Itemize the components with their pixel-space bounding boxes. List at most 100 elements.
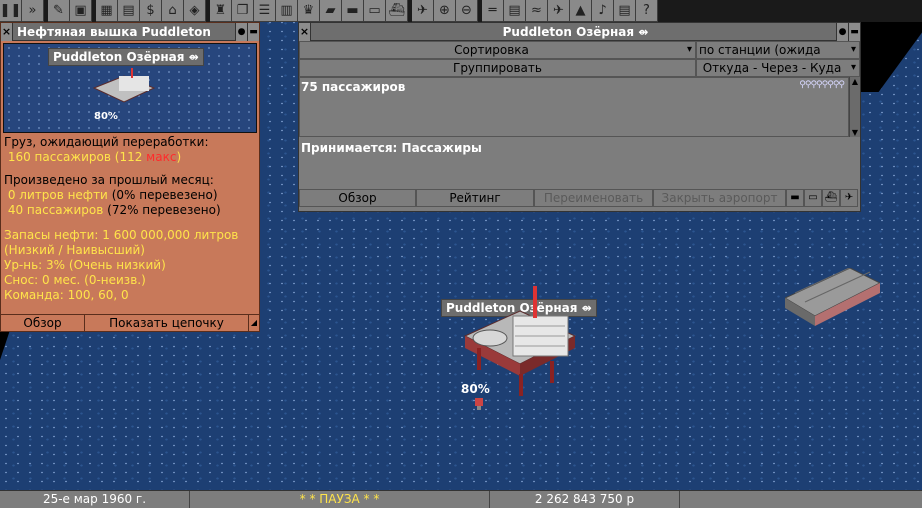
industry-titlebar[interactable]: × Нефтяная вышка Puddleton ● ▬	[1, 23, 259, 41]
company-icon[interactable]: ♜	[210, 0, 232, 22]
map-edge-void-right	[860, 22, 922, 92]
industry-button-bar: Обзор Показать цепочку ◢	[1, 314, 259, 331]
goal-list-glyph: ☰	[258, 3, 271, 18]
overview-button[interactable]: Обзор	[299, 189, 416, 207]
date-display: 25-е мар 1960 г.	[0, 491, 190, 508]
league-table-glyph: ♛	[302, 3, 315, 18]
waiting-max-suffix: )	[176, 150, 182, 164]
scroll-down-icon[interactable]: ▼	[850, 128, 860, 137]
truck-filter-icon[interactable]: ▭	[804, 189, 822, 207]
train-list-icon[interactable]: ▬	[342, 0, 364, 22]
station-titlebar[interactable]: × Puddleton Озёрная ⇴ ● ▬	[299, 23, 860, 41]
sort-order-button[interactable]: Сортировка	[299, 41, 696, 59]
produced-label: Произведено за прошлый месяц:	[4, 173, 214, 187]
cargo-waiting-label: Груз, ожидающий переработки:	[4, 135, 209, 149]
build-air-glyph: ✈	[553, 3, 564, 18]
status-news-area	[680, 491, 922, 508]
cargo-list-scrollbar[interactable]: ▲ ▼	[849, 77, 860, 137]
landscaping-glyph: ▲	[575, 3, 586, 18]
produced-pax-pct: (72% перевезено)	[107, 203, 221, 217]
help-icon[interactable]: ?	[636, 0, 658, 22]
shade-button[interactable]: ▬	[247, 23, 259, 41]
zoom-in-icon[interactable]: ⊕	[434, 0, 456, 22]
build-water-icon[interactable]: ≈	[526, 0, 548, 22]
pause-icon[interactable]: ❚❚	[0, 0, 22, 22]
viewport-sign-label: Puddleton Озёрная	[53, 50, 185, 64]
viewport-rig	[92, 68, 156, 103]
helicopter-icon[interactable]	[472, 395, 486, 411]
fast-forward-glyph: »	[28, 3, 37, 18]
build-rail-glyph: ═	[488, 3, 497, 18]
rename-button[interactable]: Переименовать	[534, 189, 653, 207]
goal-list-icon[interactable]: ☰	[254, 0, 276, 22]
overview-button[interactable]: Обзор	[1, 315, 85, 331]
subsidies-glyph: $	[146, 3, 155, 18]
train-list-glyph: ▬	[346, 3, 359, 18]
train-filter-icon[interactable]: ▬	[786, 189, 804, 207]
station-list-glyph: ⌂	[168, 3, 177, 18]
town-list-glyph: ▤	[122, 3, 135, 18]
minimap-icon[interactable]: ▦	[96, 0, 118, 22]
story-book-icon[interactable]: ❐	[232, 0, 254, 22]
waiting-max-word: макс	[146, 150, 177, 164]
graphs-icon[interactable]: ▥	[276, 0, 298, 22]
close-button[interactable]: ×	[299, 23, 311, 41]
show-chain-button[interactable]: Показать цепочку	[85, 315, 249, 331]
save-icon[interactable]: ▣	[70, 0, 92, 22]
scroll-up-icon[interactable]: ▲	[850, 77, 860, 86]
industries-icon[interactable]: ▰	[320, 0, 342, 22]
produced-oil: 0 литров нефти	[7, 188, 108, 202]
airport-icon: ⇴	[188, 50, 199, 64]
reserves-range: (Низкий / Наивысший)	[4, 243, 145, 257]
airport-icon: ⇴	[638, 25, 649, 39]
close-airport-button[interactable]: Закрыть аэропорт	[653, 189, 786, 207]
company-glyph: ♜	[214, 3, 227, 18]
main-toolbar: ❚❚ » ✎ ▣ ▦ ▤ $ ⌂ ◈ ♜ ❐ ☰ ▥ ♛ ▰ ▬ ▭ ⛴ ✈ ⊕ ⊖ ═ ▤ ≈ ✈ ▲ ♪ ▤?	[0, 0, 922, 22]
hangar-building[interactable]	[785, 268, 880, 326]
reserves-text: Запасы нефти: 1 600 000,000 литров	[4, 228, 239, 242]
music-icon[interactable]: ♪	[592, 0, 614, 22]
build-rail-icon[interactable]: ═	[482, 0, 504, 22]
resize-handle[interactable]: ◢	[249, 315, 259, 331]
messages-icon[interactable]: ▤	[614, 0, 636, 22]
finances-icon[interactable]: ◈	[184, 0, 206, 22]
waiting-cargo-text: 75 пассажиров	[301, 80, 406, 94]
station-window: × Puddleton Озёрная ⇴ ● ▬ Сортировка по …	[298, 22, 861, 212]
fast-forward-icon[interactable]: »	[22, 0, 44, 22]
pin-button[interactable]: ●	[836, 23, 848, 41]
close-button[interactable]: ×	[1, 23, 13, 41]
town-list-icon[interactable]: ▤	[118, 0, 140, 22]
ship-list-icon[interactable]: ⛴	[386, 0, 408, 22]
station-list-icon[interactable]: ⌂	[162, 0, 184, 22]
waiting-cargo-list[interactable]: 75 пассажиров ⚲⚲⚲⚲⚲⚲⚲⚲	[299, 77, 849, 137]
group-by-dropdown[interactable]: Откуда - Через - Куда	[696, 59, 860, 77]
station-button-bar: Обзор Рейтинг Переименовать Закрыть аэро…	[299, 189, 860, 207]
level-text: Ур-нь: 3% (Очень низкий)	[4, 258, 166, 272]
aircraft-list-icon[interactable]: ✈	[412, 0, 434, 22]
money-display: 2 262 843 750 р	[490, 491, 680, 508]
subsidies-icon[interactable]: $	[140, 0, 162, 22]
road-vehicle-list-icon[interactable]: ▭	[364, 0, 386, 22]
group-label: Группировать	[299, 59, 696, 77]
industry-window: × Нефтяная вышка Puddleton ● ▬ Puddleton…	[0, 22, 260, 332]
sort-criteria-dropdown[interactable]: по станции (ожида	[696, 41, 860, 59]
pin-button[interactable]: ●	[235, 23, 247, 41]
messages-glyph: ▤	[618, 3, 631, 18]
build-air-icon[interactable]: ✈	[548, 0, 570, 22]
help-glyph: ?	[643, 3, 650, 18]
aircraft-filter-icon[interactable]: ✈	[840, 189, 858, 207]
build-road-icon[interactable]: ▤	[504, 0, 526, 22]
demolish-text: Снос: 0 мес. (0-неизв.)	[4, 273, 146, 287]
industries-glyph: ▰	[325, 3, 336, 18]
group-row: Группировать Откуда - Через - Куда	[299, 59, 860, 77]
shade-button[interactable]: ▬	[848, 23, 860, 41]
landscaping-icon[interactable]: ▲	[570, 0, 592, 22]
rating-button[interactable]: Рейтинг	[416, 189, 534, 207]
viewport-rating: 80%	[94, 111, 118, 122]
zoom-out-icon[interactable]: ⊖	[456, 0, 478, 22]
finances-glyph: ◈	[189, 3, 200, 18]
settings-wrench-icon[interactable]: ✎	[48, 0, 70, 22]
league-table-icon[interactable]: ♛	[298, 0, 320, 22]
ship-filter-icon[interactable]: ⛴	[822, 189, 840, 207]
industry-viewport[interactable]: Puddleton Озёрная ⇴ 80%	[3, 43, 257, 133]
